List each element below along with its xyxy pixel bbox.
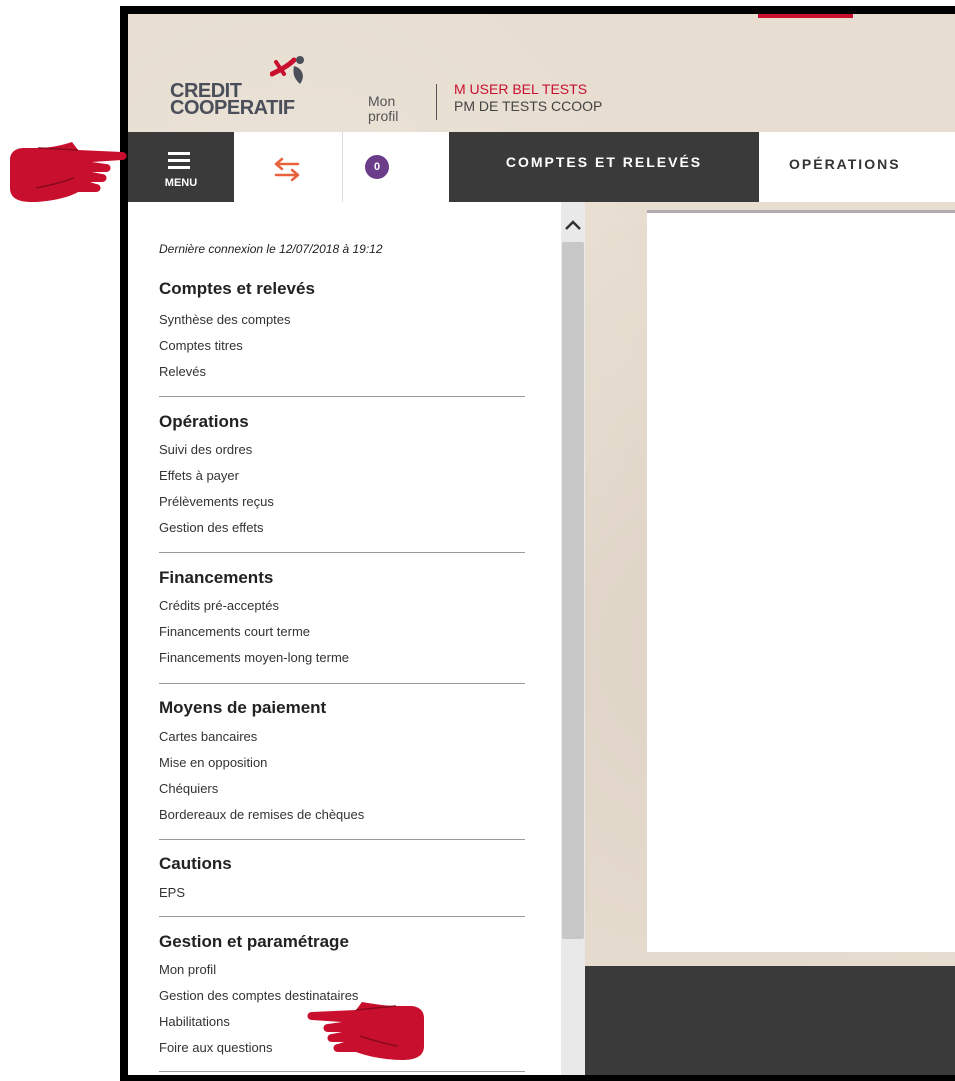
pointing-hand-icon bbox=[10, 142, 127, 202]
main-content-panel bbox=[647, 213, 955, 952]
user-name: M USER BEL TESTS bbox=[454, 81, 588, 97]
last-login-text: Dernière connexion le 12/07/2018 à 19:12 bbox=[159, 242, 383, 256]
menu-item-suivi-ordres[interactable]: Suivi des ordres bbox=[159, 442, 252, 457]
tab-comptes-et-releves[interactable]: COMPTES ET RELEVÉS bbox=[449, 132, 759, 202]
notification-count-badge: 0 bbox=[365, 155, 389, 179]
menu-item-financements-court-terme[interactable]: Financements court terme bbox=[159, 624, 310, 639]
section-title-financements: Financements bbox=[159, 568, 274, 587]
logo-figure-icon bbox=[270, 56, 304, 84]
menu-item-financements-moyen-long-terme[interactable]: Financements moyen-long terme bbox=[159, 650, 349, 665]
my-profile-link[interactable]: Mon profil bbox=[368, 94, 398, 124]
divider bbox=[159, 839, 525, 840]
credit-cooperatif-logo[interactable]: CREDIT COOPERATIF bbox=[164, 52, 314, 122]
main-navbar: MENU 0 COMPTES ET RELEVÉS OPÉRATIONS bbox=[128, 132, 955, 202]
menu-item-eps[interactable]: EPS bbox=[159, 885, 185, 900]
divider bbox=[159, 396, 525, 397]
menu-item-comptes-titres[interactable]: Comptes titres bbox=[159, 338, 243, 353]
section-title-comptes: Comptes et relevés bbox=[159, 279, 315, 298]
menu-item-chequiers[interactable]: Chéquiers bbox=[159, 781, 218, 796]
section-title-gestion-parametrage: Gestion et paramétrage bbox=[159, 932, 349, 951]
section-title-moyens-paiement: Moyens de paiement bbox=[159, 698, 327, 717]
tab-operations[interactable]: OPÉRATIONS bbox=[759, 132, 955, 202]
scrollbar-thumb[interactable] bbox=[562, 242, 584, 939]
section-title-operations: Opérations bbox=[159, 412, 249, 431]
notifications-button[interactable]: 0 bbox=[343, 132, 449, 202]
divider bbox=[159, 1071, 525, 1072]
menu-item-gestion-comptes-destinataires[interactable]: Gestion des comptes destinataires bbox=[159, 988, 358, 1003]
top-accent-strip bbox=[758, 14, 853, 18]
section-title-cautions: Cautions bbox=[159, 854, 232, 873]
menu-item-mise-en-opposition[interactable]: Mise en opposition bbox=[159, 755, 267, 770]
menu-item-effets-a-payer[interactable]: Effets à payer bbox=[159, 468, 239, 483]
side-menu: Dernière connexion le 12/07/2018 à 19:12… bbox=[128, 202, 561, 1075]
hamburger-icon bbox=[168, 152, 190, 173]
logo-text-line2: COOPERATIF bbox=[170, 97, 295, 119]
menu-item-releves[interactable]: Relevés bbox=[159, 364, 206, 379]
pointing-hand-icon bbox=[307, 1002, 424, 1060]
menu-label: MENU bbox=[164, 177, 198, 189]
menu-item-cartes-bancaires[interactable]: Cartes bancaires bbox=[159, 729, 257, 744]
header-separator bbox=[436, 84, 437, 120]
menu-item-gestion-effets[interactable]: Gestion des effets bbox=[159, 520, 264, 535]
divider bbox=[159, 916, 525, 917]
menu-item-bordereaux-remises[interactable]: Bordereaux de remises de chèques bbox=[159, 807, 364, 822]
menu-button[interactable]: MENU bbox=[128, 132, 234, 202]
divider bbox=[159, 552, 525, 553]
menu-item-foire-aux-questions[interactable]: Foire aux questions bbox=[159, 1040, 272, 1055]
menu-item-synthese-comptes[interactable]: Synthèse des comptes bbox=[159, 312, 291, 327]
menu-item-credits-pre-acceptes[interactable]: Crédits pré-acceptés bbox=[159, 598, 279, 613]
menu-item-prelevements-recus[interactable]: Prélèvements reçus bbox=[159, 494, 274, 509]
menu-item-mon-profil[interactable]: Mon profil bbox=[159, 962, 216, 977]
chevron-up-icon[interactable] bbox=[564, 219, 582, 231]
menu-item-habilitations[interactable]: Habilitations bbox=[159, 1014, 230, 1029]
swap-arrows-icon bbox=[274, 157, 300, 182]
footer-bar bbox=[585, 966, 955, 1075]
user-company: PM DE TESTS CCOOP bbox=[454, 98, 603, 114]
swap-account-button[interactable] bbox=[234, 132, 343, 202]
divider bbox=[159, 683, 525, 684]
app-window: CREDIT COOPERATIF Mon profil M USER BEL … bbox=[128, 14, 955, 1075]
